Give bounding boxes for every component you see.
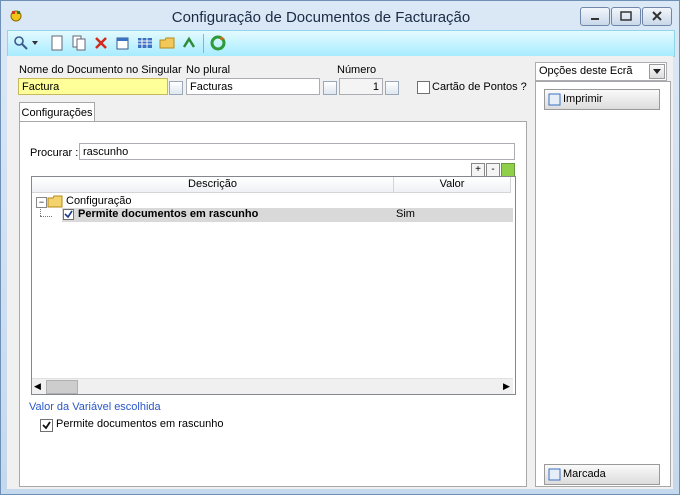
scroll-right-icon[interactable]: ▶	[503, 381, 511, 392]
search-input[interactable]	[79, 143, 515, 160]
collapse-all-button[interactable]: -	[486, 163, 500, 177]
export-grid-icon[interactable]	[501, 163, 515, 177]
recycle-icon[interactable]	[209, 34, 227, 52]
marked-icon	[548, 468, 561, 481]
print-icon	[548, 93, 561, 106]
plural-lookup-icon[interactable]	[323, 81, 337, 95]
marked-button-label: Marcada	[563, 468, 606, 480]
print-button[interactable]: Imprimir	[544, 89, 660, 110]
window-title: Configuração de Documentos de Facturação	[171, 9, 471, 26]
title-bar: Configuração de Documentos de Facturação	[1, 1, 679, 31]
settings-grid: Descrição Valor − Configuração Permite d…	[31, 176, 516, 395]
folder-icon	[47, 195, 63, 208]
singular-lookup-icon[interactable]	[169, 81, 183, 95]
copy-document-icon[interactable]	[70, 34, 88, 52]
options-select[interactable]: Opções deste Ecrã	[535, 62, 667, 81]
minimize-button[interactable]	[580, 7, 610, 26]
detail-checkbox-label: Permite documentos em rascunho	[56, 418, 224, 430]
number-label: Número	[337, 64, 377, 76]
print-button-label: Imprimir	[563, 93, 603, 105]
checkmark-icon	[64, 210, 73, 219]
maximize-button[interactable]	[611, 7, 641, 26]
screen-options-panel: Imprimir Marcada	[535, 81, 671, 487]
expand-all-button[interactable]: +	[471, 163, 485, 177]
section-title: Valor da Variável escolhida	[29, 401, 161, 413]
row-value: Sim	[396, 208, 415, 220]
maximize-icon	[620, 11, 632, 21]
minimize-icon	[591, 18, 599, 20]
detail-checkbox[interactable]	[40, 419, 53, 432]
chevron-down-icon[interactable]	[649, 64, 665, 79]
row-checkbox[interactable]	[63, 209, 74, 220]
plural-label: No plural	[186, 64, 231, 76]
table-row[interactable]: Permite documentos em rascunho Sim	[62, 208, 513, 222]
close-button[interactable]	[642, 7, 672, 26]
column-header-value[interactable]: Valor	[394, 177, 511, 193]
refresh-icon[interactable]	[180, 34, 198, 52]
toolbar-separator	[203, 34, 204, 53]
tree-folder-label: Configuração	[66, 195, 132, 207]
main-window: Configuração de Documentos de Facturação	[0, 0, 680, 495]
options-select-value: Opções deste Ecrã	[539, 65, 633, 77]
tree-line	[40, 216, 52, 218]
scroll-left-icon[interactable]: ◀	[34, 381, 42, 392]
content-area: Nome do Documento no Singular No plural …	[7, 56, 673, 489]
search-label: Procurar :	[30, 147, 79, 159]
singular-label: Nome do Documento no Singular	[19, 64, 182, 76]
number-input[interactable]	[339, 78, 383, 95]
column-header-description[interactable]: Descrição	[32, 177, 394, 193]
tree-line	[40, 207, 42, 216]
delete-icon[interactable]	[92, 34, 110, 52]
search-icon[interactable]	[12, 34, 30, 52]
properties-icon[interactable]	[114, 34, 132, 52]
points-card-label: Cartão de Pontos ?	[432, 81, 527, 93]
config-panel: Procurar : + - Descrição Valor − Configu…	[19, 121, 527, 487]
new-document-icon[interactable]	[48, 34, 66, 52]
scrollbar-thumb[interactable]	[46, 380, 78, 394]
checkmark-icon	[42, 421, 51, 430]
plural-name-input[interactable]	[186, 78, 320, 95]
row-description: Permite documentos em rascunho	[78, 208, 259, 220]
folder-icon[interactable]	[158, 34, 176, 52]
dropdown-caret-icon[interactable]	[30, 34, 40, 52]
grid-icon[interactable]	[136, 34, 154, 52]
points-card-checkbox[interactable]	[417, 81, 430, 94]
number-lookup-icon[interactable]	[385, 81, 399, 95]
singular-name-input[interactable]	[18, 78, 168, 95]
marked-button[interactable]: Marcada	[544, 464, 660, 485]
horizontal-scrollbar[interactable]: ◀ ▶	[32, 378, 513, 394]
tab-configuracoes[interactable]: Configurações	[19, 102, 95, 123]
toolbar	[7, 30, 675, 57]
close-icon	[652, 11, 662, 21]
